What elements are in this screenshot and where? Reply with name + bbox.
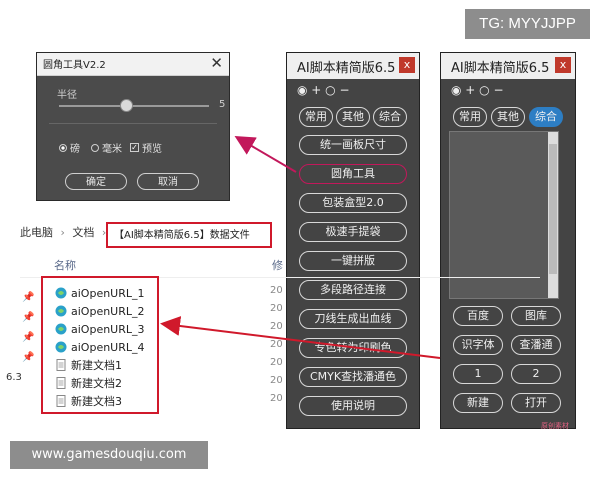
arrow-to-dialog <box>234 135 297 173</box>
footer-site-watermark: www.gamesdouqiu.com <box>10 441 208 469</box>
arrow-to-files <box>160 316 441 359</box>
annotation-arrows <box>160 135 441 359</box>
